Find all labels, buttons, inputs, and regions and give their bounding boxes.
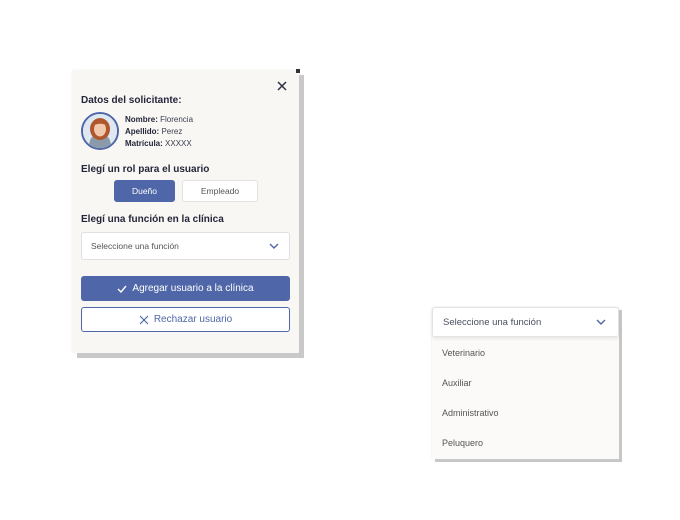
function-title: Elegí una función en la clínica <box>81 214 224 225</box>
applicant-surname: Apellido: Perez <box>125 127 183 136</box>
function-select[interactable]: Seleccione una función <box>81 232 290 260</box>
dropdown-option-administrativo[interactable]: Administrativo <box>442 408 499 418</box>
reject-user-button[interactable]: Rechazar usuario <box>81 307 290 332</box>
function-dropdown-placeholder: Seleccione una función <box>443 316 542 328</box>
add-user-modal: Datos del solicitante: Nombre: Florencia… <box>72 69 300 353</box>
modal-corner-mark <box>296 69 300 73</box>
x-icon <box>139 315 149 324</box>
avatar <box>81 112 119 150</box>
applicant-name: Nombre: Florencia <box>125 115 194 124</box>
add-user-label: Agregar usuario a la clínica <box>132 283 254 294</box>
applicant-title: Datos del solicitante: <box>81 95 182 106</box>
dropdown-option-auxiliar[interactable]: Auxiliar <box>442 378 472 388</box>
applicant-license: Matrícula: XXXXX <box>125 139 192 148</box>
chevron-down-icon <box>269 243 279 249</box>
close-icon[interactable] <box>275 79 289 93</box>
function-dropdown-header[interactable]: Seleccione una función <box>432 307 619 337</box>
check-icon <box>117 285 127 293</box>
role-owner-button[interactable]: Dueño <box>114 180 175 202</box>
role-title: Elegí un rol para el usuario <box>81 164 210 175</box>
function-select-placeholder: Seleccione una función <box>91 241 179 251</box>
add-user-button[interactable]: Agregar usuario a la clínica <box>81 276 290 301</box>
role-employee-button[interactable]: Empleado <box>182 180 258 202</box>
chevron-down-icon <box>596 319 606 325</box>
reject-user-label: Rechazar usuario <box>153 314 233 325</box>
dropdown-option-peluquero[interactable]: Peluquero <box>442 438 483 448</box>
function-dropdown: Seleccione una función Veterinario Auxil… <box>432 307 619 459</box>
dropdown-option-veterinario[interactable]: Veterinario <box>442 348 485 358</box>
